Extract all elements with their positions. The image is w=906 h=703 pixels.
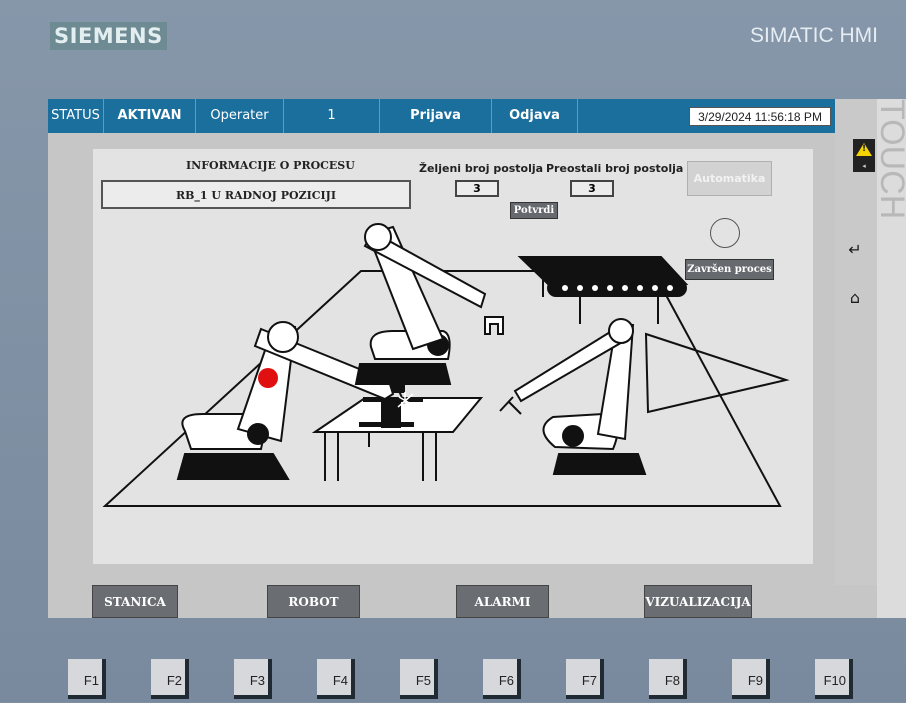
f7-key[interactable]: F7 — [566, 659, 604, 699]
status-bar: STATUS AKTIVAN Operater 1 Prijava Odjava… — [48, 99, 835, 133]
login-button[interactable]: Prijava — [380, 99, 492, 133]
brand-logo: SIEMENS — [50, 22, 167, 50]
robot-2 — [354, 223, 504, 385]
conveyor — [517, 256, 689, 324]
f2-key[interactable]: F2 — [151, 659, 189, 699]
robot-3 — [499, 318, 647, 475]
f9-key[interactable]: F9 — [732, 659, 770, 699]
f5-key[interactable]: F5 — [400, 659, 438, 699]
robot-cell-diagram — [102, 223, 790, 507]
hmi-screen: STATUS AKTIVAN Operater 1 Prijava Odjava… — [48, 99, 835, 618]
status-value: AKTIVAN — [104, 99, 196, 133]
f6-key[interactable]: F6 — [483, 659, 521, 699]
enter-arrow-icon[interactable]: ↵ — [843, 240, 867, 260]
user-label: Operater — [196, 99, 284, 133]
nav-station-button[interactable]: STANICA — [92, 585, 178, 618]
status-label: STATUS — [48, 99, 104, 133]
logout-button[interactable]: Odjava — [492, 99, 578, 133]
alarm-indicator[interactable]: ! ◂ — [853, 139, 875, 172]
nav-alarms-button[interactable]: ALARMI — [456, 585, 549, 618]
f1-key[interactable]: F1 — [68, 659, 106, 699]
f10-key[interactable]: F10 — [815, 659, 853, 699]
home-icon[interactable]: ⌂ — [843, 288, 867, 308]
side-panel — [835, 99, 877, 618]
navigation-bar: STANICA ROBOT ALARMI VIZUALIZACIJA — [48, 585, 877, 618]
f8-key[interactable]: F8 — [649, 659, 687, 699]
user-value: 1 — [284, 99, 380, 133]
f3-key[interactable]: F3 — [234, 659, 272, 699]
process-area: INFORMACIJE O PROCESU RB_1 U RADNOJ POZI… — [93, 149, 813, 564]
touch-label: TOUCH — [873, 99, 906, 618]
nav-robot-button[interactable]: ROBOT — [267, 585, 360, 618]
floor-right-wing — [644, 332, 790, 414]
model-label: SIMATIC HMI — [750, 24, 878, 47]
nav-visualization-button[interactable]: VIZUALIZACIJA — [644, 585, 752, 618]
datetime-display: 3/29/2024 11:56:18 PM — [689, 107, 831, 126]
f4-key[interactable]: F4 — [317, 659, 355, 699]
